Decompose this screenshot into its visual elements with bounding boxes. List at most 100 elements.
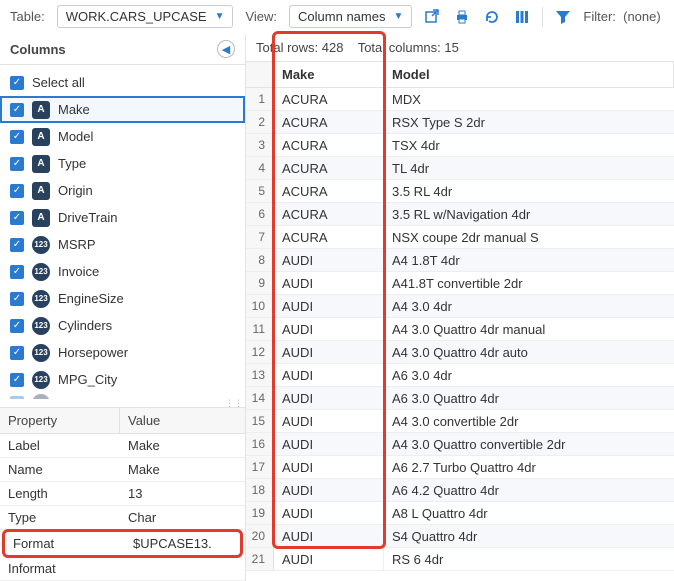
column-row[interactable]: 123MSRP: [0, 231, 245, 258]
print-icon[interactable]: [454, 9, 470, 25]
table-row[interactable]: 11AUDIA4 3.0 Quattro 4dr manual: [246, 318, 674, 341]
table-row[interactable]: 10AUDIA4 3.0 4dr: [246, 295, 674, 318]
row-number: 18: [246, 479, 274, 502]
row-number: 5: [246, 180, 274, 203]
column-row[interactable]: 123Horsepower: [0, 339, 245, 366]
cell-make: AUDI: [274, 410, 384, 433]
checkbox[interactable]: [10, 373, 24, 387]
table-row[interactable]: 4ACURATL 4dr: [246, 157, 674, 180]
checkbox[interactable]: [10, 346, 24, 360]
checkbox[interactable]: [10, 238, 24, 252]
cell-make: ACURA: [274, 203, 384, 226]
column-row[interactable]: AType: [0, 150, 245, 177]
table-row[interactable]: 17AUDIA6 2.7 Turbo Quattro 4dr: [246, 456, 674, 479]
table-row[interactable]: 19AUDIA8 L Quattro 4dr: [246, 502, 674, 525]
property-label: Type: [0, 506, 120, 529]
char-type-icon: A: [32, 182, 50, 200]
table-row[interactable]: 9AUDIA41.8T convertible 2dr: [246, 272, 674, 295]
checkbox[interactable]: [10, 103, 24, 117]
column-row[interactable]: AMake: [0, 96, 245, 123]
table-row[interactable]: 12AUDIA4 3.0 Quattro 4dr auto: [246, 341, 674, 364]
cell-model: A4 3.0 convertible 2dr: [384, 410, 674, 433]
column-row[interactable]: 123MPG_City: [0, 366, 245, 393]
columns-header: Columns ◀: [0, 34, 245, 65]
columns-title: Columns: [10, 42, 66, 57]
properties-header: Property Value: [0, 408, 245, 434]
table-row[interactable]: 14AUDIA6 3.0 Quattro 4dr: [246, 387, 674, 410]
cell-make: AUDI: [274, 364, 384, 387]
table-row[interactable]: 5ACURA3.5 RL 4dr: [246, 180, 674, 203]
column-row[interactable]: 123Invoice: [0, 258, 245, 285]
table-row[interactable]: 6ACURA3.5 RL w/Navigation 4dr: [246, 203, 674, 226]
column-row[interactable]: AModel: [0, 123, 245, 150]
cell-model: NSX coupe 2dr manual S: [384, 226, 674, 249]
property-value: Char: [120, 506, 245, 529]
char-type-icon: A: [32, 155, 50, 173]
checkbox[interactable]: [10, 319, 24, 333]
checkbox[interactable]: [10, 184, 24, 198]
cell-model: S4 Quattro 4dr: [384, 525, 674, 548]
cell-make: AUDI: [274, 525, 384, 548]
numeric-type-icon: 123: [32, 371, 50, 389]
numeric-type-icon: 123: [32, 263, 50, 281]
filter-icon[interactable]: [555, 9, 571, 25]
table-row[interactable]: 1ACURAMDX: [246, 88, 674, 111]
property-value: [120, 557, 245, 580]
table-row[interactable]: 8AUDIA4 1.8T 4dr: [246, 249, 674, 272]
cell-model: A4 3.0 4dr: [384, 295, 674, 318]
cell-make: AUDI: [274, 249, 384, 272]
total-cols-value: 15: [444, 40, 458, 55]
checkbox[interactable]: [10, 265, 24, 279]
view-dropdown[interactable]: Column names ▼: [289, 5, 412, 28]
char-type-icon: A: [32, 128, 50, 146]
collapse-icon[interactable]: ◀: [217, 40, 235, 58]
export-icon[interactable]: [424, 9, 440, 25]
columns-list: Select all AMakeAModelATypeAOriginADrive…: [0, 65, 245, 399]
table-row[interactable]: 20AUDIS4 Quattro 4dr: [246, 525, 674, 548]
property-value: $UPCASE13.: [125, 532, 240, 555]
checkbox: [10, 396, 24, 399]
checkbox[interactable]: [10, 292, 24, 306]
property-row: LabelMake: [0, 434, 245, 458]
row-number: 11: [246, 318, 274, 341]
checkbox[interactable]: [10, 76, 24, 90]
splitter-handle[interactable]: ⋮⋮: [0, 399, 245, 407]
cell-make: AUDI: [274, 456, 384, 479]
table-row[interactable]: 13AUDIA6 3.0 4dr: [246, 364, 674, 387]
cell-model: RS 6 4dr: [384, 548, 674, 571]
property-label: Name: [0, 458, 120, 481]
refresh-icon[interactable]: [484, 9, 500, 25]
column-row[interactable]: AOrigin: [0, 177, 245, 204]
checkbox[interactable]: [10, 130, 24, 144]
checkbox[interactable]: [10, 211, 24, 225]
column-header-make[interactable]: Make: [274, 61, 384, 88]
cell-model: 3.5 RL w/Navigation 4dr: [384, 203, 674, 226]
table-row[interactable]: 3ACURATSX 4dr: [246, 134, 674, 157]
table-row[interactable]: 2ACURARSX Type S 2dr: [246, 111, 674, 134]
column-row[interactable]: ADriveTrain: [0, 204, 245, 231]
list-item: 123: [0, 393, 245, 399]
table-dropdown[interactable]: WORK.CARS_UPCASE ▼: [57, 5, 234, 28]
table-row[interactable]: 16AUDIA4 3.0 Quattro convertible 2dr: [246, 433, 674, 456]
cell-model: TL 4dr: [384, 157, 674, 180]
column-row[interactable]: 123Cylinders: [0, 312, 245, 339]
select-all-row[interactable]: Select all: [0, 69, 245, 96]
column-row[interactable]: 123EngineSize: [0, 285, 245, 312]
cell-make: ACURA: [274, 180, 384, 203]
cell-make: ACURA: [274, 157, 384, 180]
table-row[interactable]: 7ACURANSX coupe 2dr manual S: [246, 226, 674, 249]
table-row[interactable]: 18AUDIA6 4.2 Quattro 4dr: [246, 479, 674, 502]
column-name: Cylinders: [58, 318, 235, 333]
column-header-model[interactable]: Model: [384, 61, 674, 88]
columns-icon[interactable]: [514, 9, 530, 25]
table-row[interactable]: 21AUDIRS 6 4dr: [246, 548, 674, 571]
main: Columns ◀ Select all AMakeAModelATypeAOr…: [0, 34, 674, 581]
checkbox[interactable]: [10, 157, 24, 171]
cell-model: 3.5 RL 4dr: [384, 180, 674, 203]
cell-model: MDX: [384, 88, 674, 111]
cell-model: A6 4.2 Quattro 4dr: [384, 479, 674, 502]
view-label: View:: [245, 9, 277, 24]
column-name: DriveTrain: [58, 210, 235, 225]
numeric-type-icon: 123: [32, 290, 50, 308]
table-row[interactable]: 15AUDIA4 3.0 convertible 2dr: [246, 410, 674, 433]
